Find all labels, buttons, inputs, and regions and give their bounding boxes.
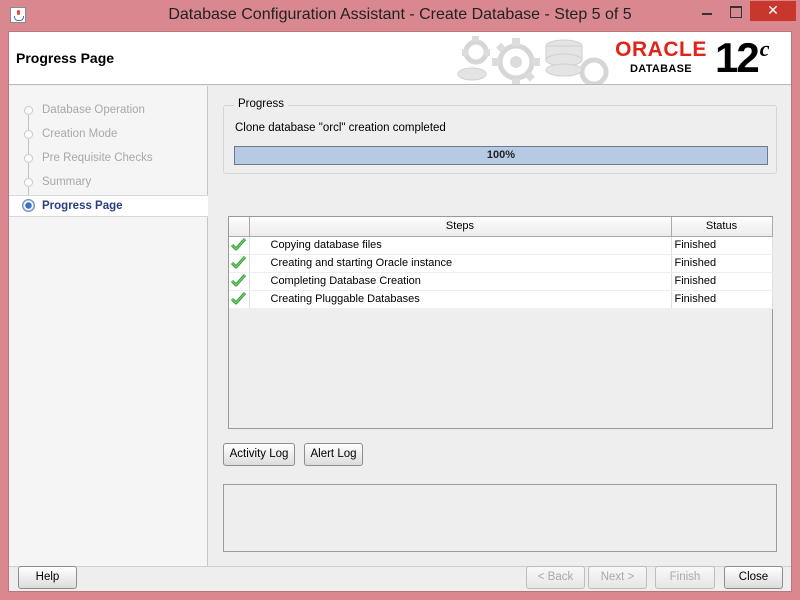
column-header-steps[interactable]: Steps (249, 217, 672, 237)
window-title: Database Configuration Assistant - Creat… (168, 6, 632, 23)
step-name-cell: Creating Pluggable Databases (249, 290, 672, 309)
maximize-button[interactable] (722, 1, 749, 21)
finish-button[interactable]: Finish (655, 566, 715, 589)
step-dot-icon (24, 130, 33, 139)
step-status-text: Finished (671, 272, 773, 291)
step-dot-icon (24, 106, 33, 115)
progress-group: Progress Clone database "orcl" creation … (223, 98, 777, 174)
oracle-logo: ORACLE DATABASE (607, 38, 715, 78)
steps-table: Steps Status Copying database files Fini… (228, 216, 773, 429)
step-status-text: Finished (671, 290, 773, 309)
back-button[interactable]: < Back (526, 566, 585, 589)
nav-item-prerequisite-checks[interactable]: Pre Requisite Checks (9, 148, 208, 170)
nav-item-database-operation[interactable]: Database Operation (9, 100, 208, 122)
step-status-cell (229, 254, 250, 273)
step-name-cell: Creating and starting Oracle instance (249, 254, 672, 273)
nav-item-label: Progress Page (42, 200, 123, 212)
check-icon (231, 255, 247, 268)
version-suffix: c (759, 36, 770, 61)
step-status-cell (229, 272, 250, 291)
nav-item-summary[interactable]: Summary (9, 172, 208, 194)
header-banner: Progress Page ORACLE DATABASE 12c (9, 32, 791, 85)
step-dot-icon (24, 154, 33, 163)
step-status-text: Finished (671, 254, 773, 273)
table-row[interactable]: Completing Database Creation Finished (229, 272, 773, 291)
table-row[interactable]: Creating and starting Oracle instance Fi… (229, 254, 773, 273)
close-button[interactable]: Close (724, 566, 783, 589)
gears-graphic-icon (457, 36, 609, 84)
close-window-button[interactable]: ✕ (750, 1, 796, 21)
activity-log-button[interactable]: Activity Log (223, 443, 295, 466)
title-bar: Database Configuration Assistant - Creat… (0, 0, 800, 31)
progress-percent-label: 100% (486, 149, 516, 161)
nav-item-progress-page[interactable]: Progress Page (9, 195, 208, 217)
nav-item-label: Database Operation (42, 104, 145, 116)
check-icon (231, 237, 247, 250)
check-icon (231, 291, 247, 304)
alert-log-button[interactable]: Alert Log (304, 443, 363, 466)
progress-group-title: Progress (234, 98, 289, 110)
nav-item-label: Pre Requisite Checks (42, 152, 153, 164)
column-header-icon[interactable] (229, 217, 250, 237)
step-dot-icon (24, 178, 33, 187)
oracle-product: DATABASE (630, 63, 692, 75)
oracle-brand: ORACLE (615, 38, 707, 61)
step-status-text: Finished (671, 236, 773, 255)
check-icon (231, 273, 247, 286)
current-step-icon (22, 199, 35, 212)
progress-bar: 100% (234, 146, 768, 165)
dialog-client-area: Progress Page ORACLE DATABASE 12c Databa… (8, 31, 792, 592)
progress-status-text: Clone database "orcl" creation completed (235, 122, 446, 134)
nav-item-label: Summary (42, 176, 92, 188)
oracle-version: 12c (715, 34, 770, 82)
page-title: Progress Page (16, 50, 115, 66)
column-header-status[interactable]: Status (671, 217, 773, 237)
step-status-cell (229, 290, 250, 309)
step-status-cell (229, 236, 250, 255)
minimize-button[interactable] (693, 1, 721, 21)
version-number: 12 (715, 34, 760, 81)
table-row[interactable]: Copying database files Finished (229, 236, 773, 255)
next-button[interactable]: Next > (588, 566, 647, 589)
nav-item-label: Creation Mode (42, 128, 118, 140)
help-button[interactable]: Help (18, 566, 77, 589)
message-area (223, 484, 777, 552)
table-header-row: Steps Status (229, 217, 773, 237)
step-name-cell: Completing Database Creation (249, 272, 672, 291)
step-name-cell: Copying database files (249, 236, 672, 255)
table-row[interactable]: Creating Pluggable Databases Finished (229, 290, 773, 309)
nav-item-creation-mode[interactable]: Creation Mode (9, 124, 208, 146)
step-navigation: Database Operation Creation Mode Pre Req… (9, 86, 208, 566)
